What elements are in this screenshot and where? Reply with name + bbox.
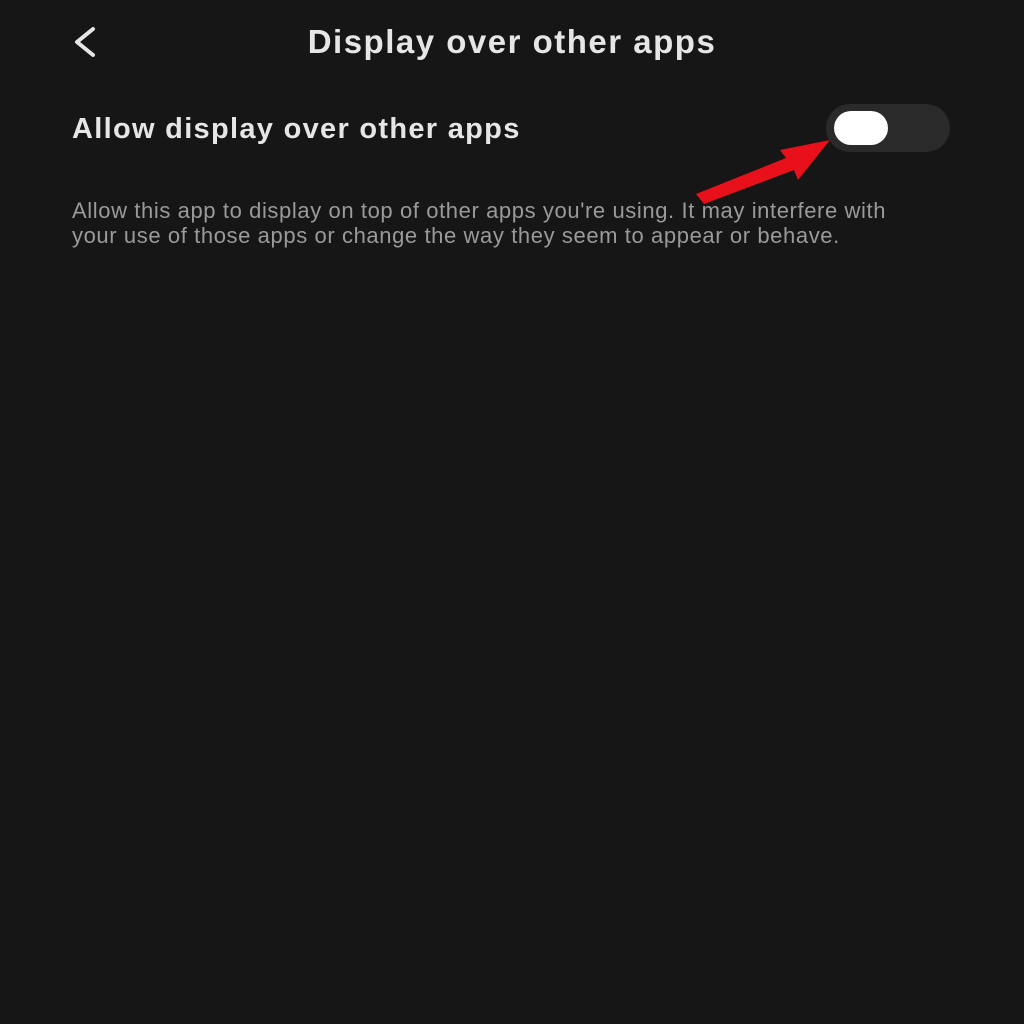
allow-display-setting-row[interactable]: Allow display over other apps <box>0 92 1024 164</box>
allow-display-toggle[interactable] <box>826 104 950 152</box>
page-title: Display over other apps <box>307 23 717 60</box>
settings-screen: Display over other apps Allow display ov… <box>0 0 1024 1024</box>
setting-description: Allow this app to display on top of othe… <box>72 198 887 248</box>
setting-label: Allow display over other apps <box>72 113 521 145</box>
toggle-thumb <box>834 111 888 145</box>
